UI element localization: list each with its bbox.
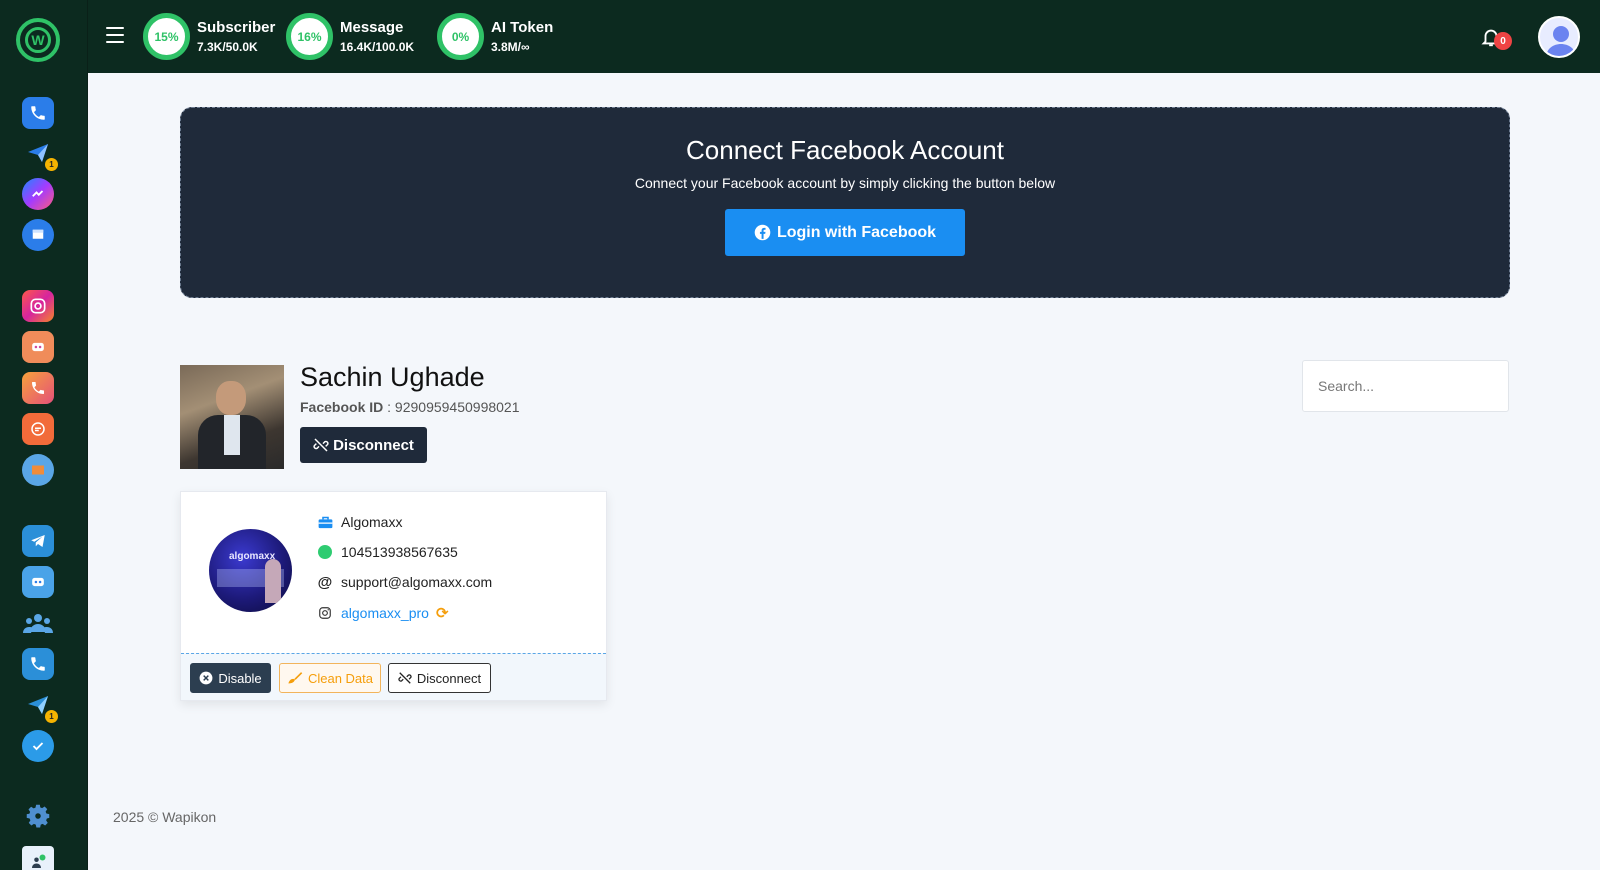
bot-icon[interactable] xyxy=(22,331,54,363)
broadcast-badge: 1 xyxy=(45,158,58,171)
facebook-id-value: 9290959450998021 xyxy=(394,399,520,415)
page-email-row: @ support@algomaxx.com xyxy=(317,573,493,591)
connect-title: Connect Facebook Account xyxy=(686,135,1004,165)
broom-icon xyxy=(288,672,303,684)
messenger-icon[interactable] xyxy=(22,178,54,210)
notification-count-badge: 0 xyxy=(1494,32,1512,50)
facebook-id: Facebook ID : 9290959450998021 xyxy=(300,399,520,415)
ai-token-progress-ring: 0% xyxy=(437,13,484,60)
whatsapp-contacts-icon[interactable] xyxy=(22,97,54,129)
page-disconnect-label: Disconnect xyxy=(416,670,482,686)
unlink-icon xyxy=(398,672,412,684)
page-name-row: Algomaxx xyxy=(317,514,402,530)
close-circle-icon xyxy=(199,671,213,685)
disable-button[interactable]: Disable xyxy=(190,663,271,693)
group-icon[interactable] xyxy=(22,607,54,639)
connect-facebook-card: Connect Facebook Account Connect your Fa… xyxy=(180,107,1510,298)
disconnect-account-button[interactable]: Disconnect xyxy=(300,427,427,463)
login-with-facebook-label: Login with Facebook xyxy=(776,223,937,241)
page-card-footer: Disable Clean Data Disconnect xyxy=(181,653,606,700)
page-email: support@algomaxx.com xyxy=(341,574,493,590)
stat-title: AI Token xyxy=(491,19,554,36)
stat-value: 7.3K/50.0K xyxy=(197,40,258,54)
sidebar: W 1 1 xyxy=(0,0,88,870)
sync-icon[interactable]: ⟳ xyxy=(436,604,449,622)
facebook-page-icon[interactable] xyxy=(22,219,54,251)
disable-label: Disable xyxy=(218,670,262,686)
unlink-icon xyxy=(313,438,329,452)
user-avatar[interactable] xyxy=(1538,16,1580,58)
stat-title: Subscriber xyxy=(197,19,276,36)
subscriber-progress-ring: 15% xyxy=(143,13,190,60)
instagram-link[interactable]: algomaxx_pro xyxy=(341,605,429,621)
search-input[interactable] xyxy=(1302,360,1509,412)
user-verified-icon[interactable] xyxy=(22,846,54,870)
page-disconnect-button[interactable]: Disconnect xyxy=(388,663,491,693)
menu-toggle-icon[interactable] xyxy=(106,27,124,43)
at-sign-icon: @ xyxy=(317,573,333,591)
profile-photo xyxy=(180,365,284,469)
telegram-broadcast-icon[interactable]: 1 xyxy=(22,689,58,723)
page-card: algomaxx Algomaxx 104513938567635 @ supp… xyxy=(180,491,607,701)
telegram-icon[interactable] xyxy=(22,525,54,557)
footer-copyright: 2025 © Wapikon xyxy=(113,809,217,825)
top-bar: 15% Subscriber 7.3K/50.0K 16% Message 16… xyxy=(88,0,1600,73)
profile-name: Sachin Ughade xyxy=(300,362,485,392)
comment-icon[interactable] xyxy=(22,413,54,445)
page-id-row: 104513938567635 xyxy=(317,544,458,560)
clean-data-label: Clean Data xyxy=(307,670,374,686)
page-name: Algomaxx xyxy=(341,514,403,530)
telegram-contacts-icon[interactable] xyxy=(22,648,54,680)
telegram-bot-icon[interactable] xyxy=(22,566,54,598)
instagram-icon[interactable] xyxy=(22,290,54,322)
stat-value: 3.8M/∞ xyxy=(491,40,530,54)
stat-value: 16.4K/100.0K xyxy=(340,40,415,54)
facebook-id-label: Facebook ID xyxy=(300,399,384,415)
briefcase-icon xyxy=(317,514,333,530)
wapikon-logo-icon[interactable]: W xyxy=(16,18,60,62)
stat-subscriber: 15% Subscriber 7.3K/50.0K xyxy=(143,13,275,60)
disconnect-label: Disconnect xyxy=(333,436,414,454)
facebook-icon xyxy=(754,224,771,241)
broadcast-plane-icon[interactable]: 1 xyxy=(22,137,58,171)
page-avatar: algomaxx xyxy=(209,529,292,612)
phonebook-icon[interactable] xyxy=(22,372,54,404)
page-instagram-row: algomaxx_pro ⟳ xyxy=(317,604,449,622)
check-circle-icon[interactable] xyxy=(22,730,54,762)
connect-subtitle: Connect your Facebook account by simply … xyxy=(634,175,1056,191)
stat-ai-token: 0% AI Token 3.8M/∞ xyxy=(437,13,553,60)
message-progress-ring: 16% xyxy=(286,13,333,60)
settings-gear-icon[interactable] xyxy=(22,800,54,832)
clean-data-button[interactable]: Clean Data xyxy=(279,663,381,693)
stat-title: Message xyxy=(340,19,404,36)
instagram-icon xyxy=(317,605,333,621)
stat-message: 16% Message 16.4K/100.0K xyxy=(286,13,414,60)
login-with-facebook-button[interactable]: Login with Facebook xyxy=(725,209,965,256)
status-dot-icon xyxy=(317,544,333,560)
telegram-broadcast-badge: 1 xyxy=(45,710,58,723)
page-id: 104513938567635 xyxy=(341,544,458,560)
sms-icon[interactable] xyxy=(22,454,54,486)
